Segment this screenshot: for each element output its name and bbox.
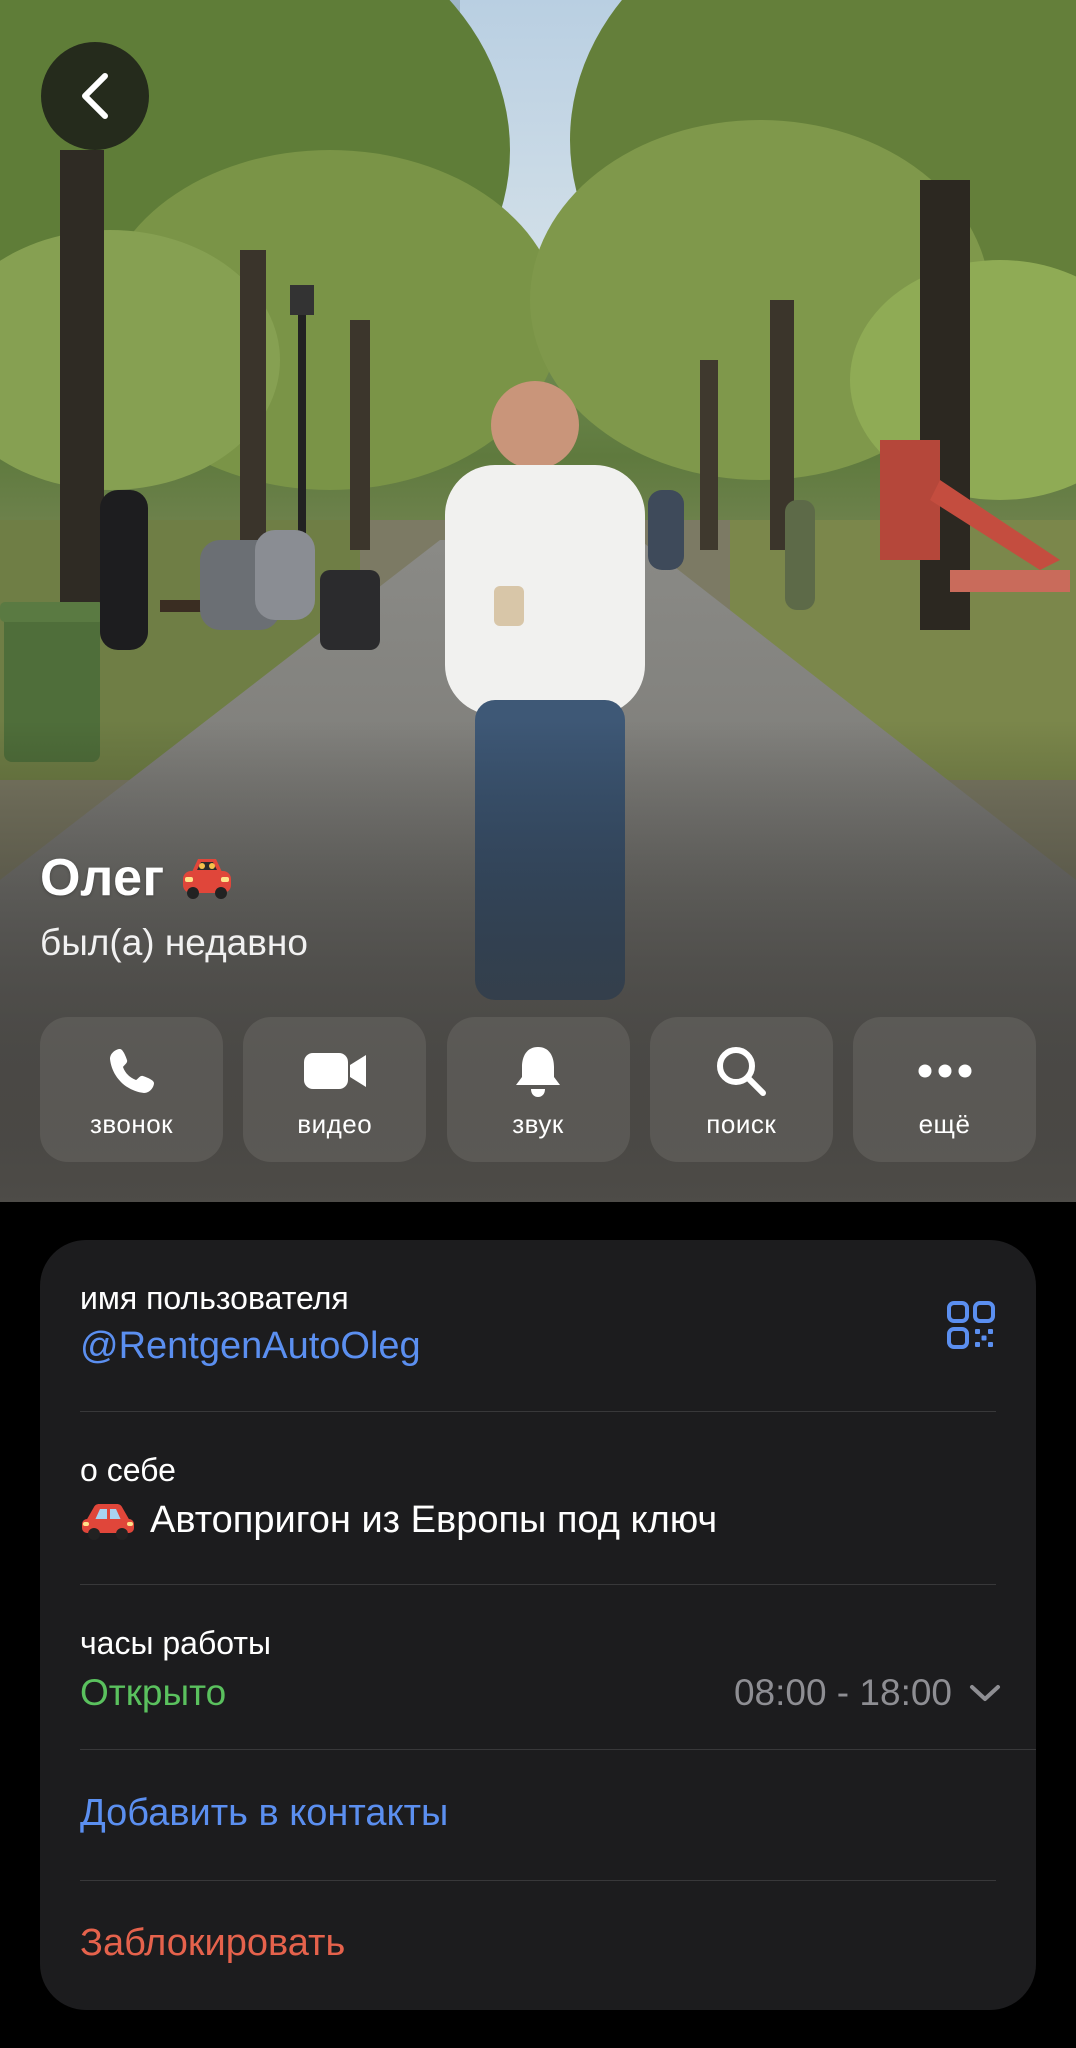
bio-label: о себе <box>80 1452 176 1488</box>
search-button[interactable]: поиск <box>649 1017 833 1162</box>
video-camera-icon <box>303 1053 366 1089</box>
divider <box>80 1584 996 1585</box>
call-button[interactable]: звонок <box>40 1017 223 1162</box>
bio-value: Автопригон из Европы под ключ <box>80 1499 996 1542</box>
qr-code-icon[interactable] <box>946 1300 996 1350</box>
call-label: звонок <box>89 1109 174 1139</box>
info-card: имя пользователя @RentgenAutoOleg о себе <box>40 1240 1036 2010</box>
video-label: видео <box>297 1109 373 1139</box>
chevron-down-icon <box>970 1685 1000 1701</box>
username-link[interactable]: @RentgenAutoOleg <box>80 1325 996 1368</box>
search-label: поиск <box>706 1109 777 1139</box>
username-label: имя пользователя <box>80 1280 349 1316</box>
username-row[interactable]: имя пользователя @RentgenAutoOleg <box>80 1280 996 1368</box>
divider <box>80 1749 1036 1750</box>
more-dots-icon <box>918 1064 971 1078</box>
sound-button[interactable]: звук <box>446 1017 630 1162</box>
add-contact-button[interactable]: Добавить в контакты <box>80 1792 996 1835</box>
more-button[interactable]: ещё <box>853 1017 1036 1162</box>
car-emoji <box>82 1503 134 1540</box>
block-row[interactable]: Заблокировать <box>80 1922 996 1965</box>
add-contact-row[interactable]: Добавить в контакты <box>80 1792 996 1835</box>
block-button[interactable]: Заблокировать <box>80 1922 996 1965</box>
more-label: ещё <box>918 1109 971 1139</box>
divider <box>80 1411 996 1412</box>
search-icon <box>717 1047 767 1096</box>
hours-range: 08:00 - 18:00 <box>733 1672 952 1713</box>
bio-text: Автопригон из Европы под ключ <box>150 1499 718 1541</box>
car-emoji <box>182 859 231 899</box>
action-bar: звонок видео звук поиск ещё <box>40 1017 1036 1162</box>
bio-row: о себе Автопригон из Европы под ключ <box>80 1452 996 1542</box>
chevron-left-icon <box>82 73 108 119</box>
divider <box>80 1880 996 1881</box>
hours-expand[interactable]: 08:00 - 18:00 <box>734 1672 1002 1714</box>
bell-icon <box>516 1047 560 1097</box>
profile-status: был(а) недавно <box>40 922 308 963</box>
phone-icon <box>109 1049 154 1093</box>
profile-photo[interactable]: Олег был(а) недавно звонок видео звук по… <box>0 0 1076 1202</box>
hours-label: часы работы <box>80 1625 272 1661</box>
profile-name-text: Олег <box>40 849 165 907</box>
video-button[interactable]: видео <box>243 1017 427 1162</box>
sound-label: звук <box>512 1109 564 1139</box>
back-button[interactable] <box>41 42 149 150</box>
profile-name: Олег <box>40 848 235 908</box>
